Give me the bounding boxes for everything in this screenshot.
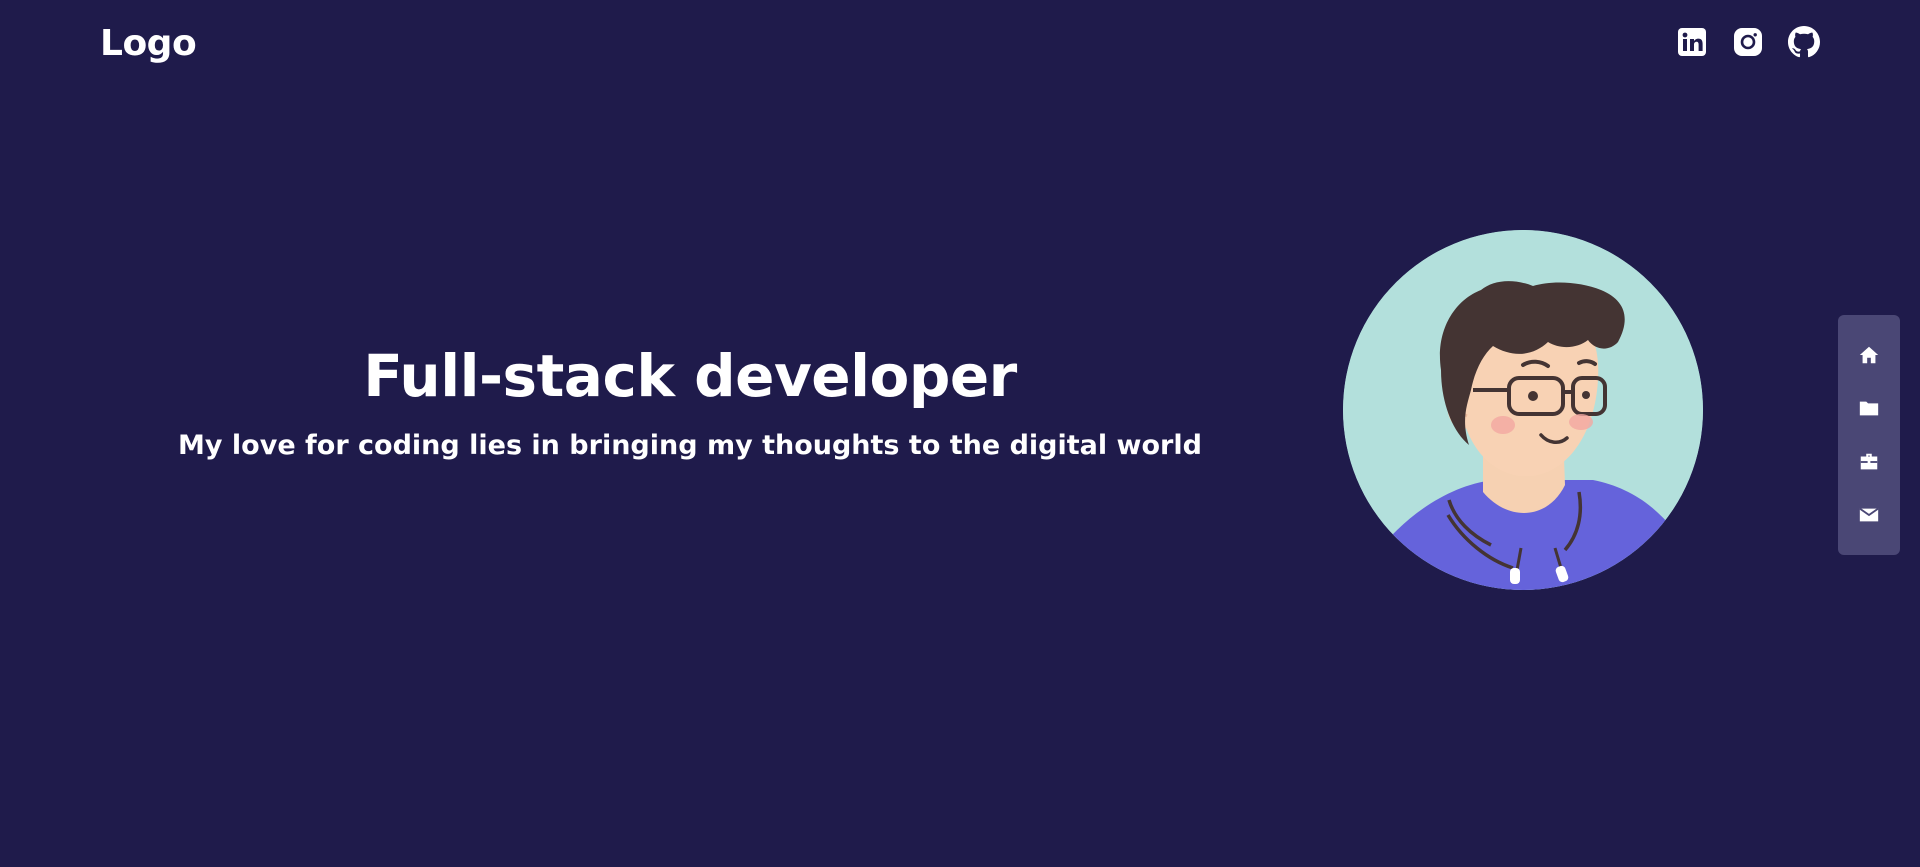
nav-projects[interactable]	[1855, 394, 1883, 422]
header: Logo	[0, 0, 1920, 88]
home-icon	[1859, 346, 1879, 363]
instagram-link[interactable]	[1732, 26, 1764, 58]
side-nav	[1838, 315, 1900, 555]
linkedin-icon	[1678, 28, 1706, 56]
github-icon	[1788, 26, 1820, 58]
hero-section: Full-stack developer My love for coding …	[140, 336, 1240, 466]
nav-home[interactable]	[1855, 341, 1883, 369]
briefcase-icon	[1860, 453, 1878, 470]
github-link[interactable]	[1788, 26, 1820, 58]
logo[interactable]: Logo	[100, 22, 197, 66]
nav-experience[interactable]	[1855, 448, 1883, 476]
linkedin-link[interactable]	[1676, 26, 1708, 58]
avatar-illustration	[1343, 230, 1703, 590]
page: Logo Full-stack developer My love for co…	[0, 0, 1920, 867]
hero-title: Full-stack developer	[363, 342, 1017, 410]
nav-contact[interactable]	[1855, 501, 1883, 529]
mail-icon	[1859, 508, 1879, 522]
instagram-icon	[1734, 28, 1762, 56]
social-links	[1676, 26, 1820, 58]
folder-icon	[1859, 401, 1879, 416]
hero-subtitle: My love for coding lies in bringing my t…	[178, 430, 1202, 461]
